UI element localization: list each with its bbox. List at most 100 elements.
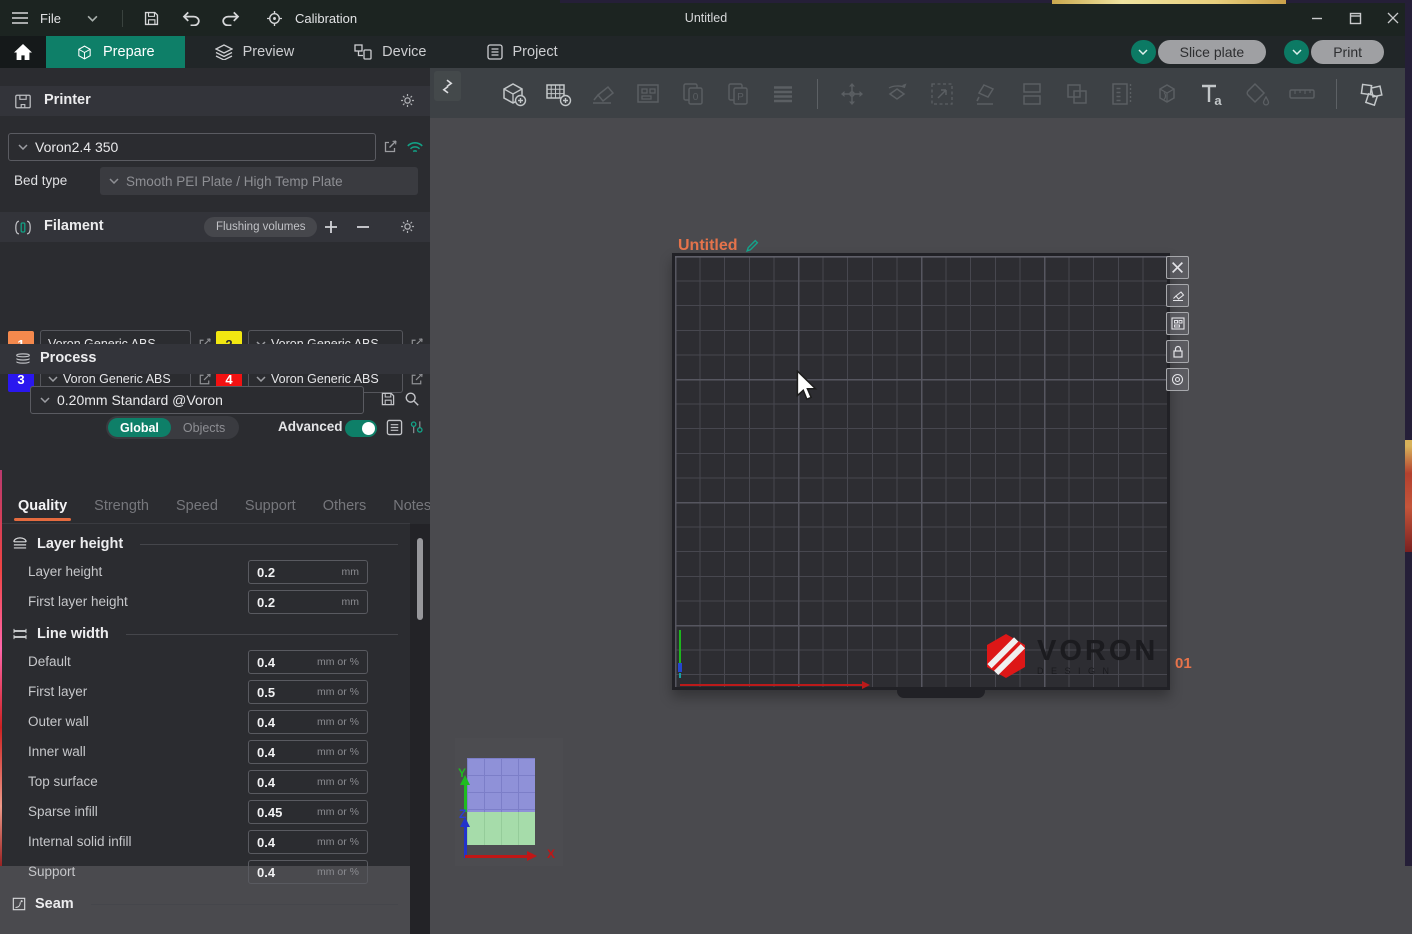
split-objects-icon xyxy=(1017,79,1047,109)
section-header: Line width xyxy=(12,624,398,644)
chevron-down-icon xyxy=(109,178,119,184)
text-shape-button[interactable]: a xyxy=(1193,75,1231,113)
assembly-button[interactable] xyxy=(1352,75,1390,113)
lock-plate-button[interactable] xyxy=(1166,340,1189,363)
param-row: First layer0.5mm or % xyxy=(0,680,410,704)
desktop-edge-right-highlight xyxy=(1405,440,1412,552)
process-preset-select[interactable]: 0.20mm Standard @Voron xyxy=(30,386,364,414)
orient-plate-button[interactable] xyxy=(1166,284,1189,307)
measure-button xyxy=(1283,75,1321,113)
home-button[interactable] xyxy=(0,36,46,68)
bed-type-label: Bed type xyxy=(14,173,67,188)
file-menu[interactable]: File xyxy=(40,11,61,26)
compare-presets-icon[interactable] xyxy=(408,419,425,436)
plate-settings-button[interactable] xyxy=(1166,368,1189,391)
param-input[interactable]: 0.45mm or % xyxy=(248,800,368,824)
divider xyxy=(91,904,398,905)
save-preset-icon[interactable] xyxy=(380,391,396,407)
calibration-icon[interactable] xyxy=(266,10,283,27)
hamburger-icon[interactable] xyxy=(12,12,28,24)
divider xyxy=(126,634,398,635)
param-input[interactable]: 0.4mm or % xyxy=(248,650,368,674)
rotate-icon xyxy=(882,79,912,109)
slice-print-actions: Slice plate Print xyxy=(1131,40,1384,64)
process-section-title: Process xyxy=(40,350,96,366)
pencil-icon[interactable] xyxy=(745,239,759,253)
desktop-edge-right xyxy=(1405,0,1412,866)
param-input[interactable]: 0.4mm or % xyxy=(248,830,368,854)
maximize-button[interactable] xyxy=(1336,0,1374,36)
edit-printer-icon[interactable] xyxy=(382,139,398,155)
chevron-down-icon[interactable] xyxy=(1284,40,1309,64)
wifi-icon[interactable] xyxy=(406,141,424,155)
z-axis-line xyxy=(678,663,682,672)
plate-name-label[interactable]: Untitled xyxy=(678,237,759,255)
list-settings-icon[interactable] xyxy=(386,419,403,436)
process-tab-strength[interactable]: Strength xyxy=(94,498,149,514)
param-input[interactable]: 0.4mm or % xyxy=(248,740,368,764)
scope-global[interactable]: Global xyxy=(108,418,171,437)
tab-prepare[interactable]: Prepare xyxy=(46,36,185,68)
process-preset-value: 0.20mm Standard @Voron xyxy=(57,392,223,408)
gear-icon[interactable] xyxy=(399,92,416,109)
process-tab-support[interactable]: Support xyxy=(245,498,296,514)
delete-plate-button[interactable] xyxy=(1166,256,1189,279)
scrollbar-track[interactable] xyxy=(410,524,430,934)
svg-text:0: 0 xyxy=(693,92,699,103)
advanced-toggle[interactable] xyxy=(345,420,377,437)
param-input[interactable]: 0.5mm or % xyxy=(248,680,368,704)
scrollbar-thumb[interactable] xyxy=(417,538,423,620)
gear-icon[interactable] xyxy=(399,218,416,235)
process-tab-others[interactable]: Others xyxy=(323,498,367,514)
redo-icon[interactable] xyxy=(221,11,240,26)
search-icon[interactable] xyxy=(404,391,420,407)
bed-type-select[interactable]: Smooth PEI Plate / High Temp Plate xyxy=(100,167,418,195)
build-plate[interactable] xyxy=(672,253,1170,690)
line-width-icon xyxy=(12,628,28,640)
workspace-tabs: PreparePreviewDeviceProject xyxy=(46,36,588,68)
process-tab-quality[interactable]: Quality xyxy=(18,498,67,514)
filament-icon xyxy=(14,219,32,236)
undo-icon[interactable] xyxy=(182,11,201,26)
tab-preview[interactable]: Preview xyxy=(185,36,325,68)
scope-objects[interactable]: Objects xyxy=(171,418,237,437)
chevron-down-icon xyxy=(18,144,28,150)
param-input[interactable]: 0.2mm xyxy=(248,590,368,614)
param-input[interactable]: 0.2mm xyxy=(248,560,368,584)
flushing-volumes-button[interactable]: Flushing volumes xyxy=(204,217,317,237)
add-filament-button[interactable] xyxy=(324,220,338,234)
printer-icon xyxy=(14,93,32,110)
collapse-sidebar-button[interactable] xyxy=(434,71,461,101)
param-row: Top surface0.4mm or % xyxy=(0,770,410,794)
copy-button: 0 xyxy=(674,75,712,113)
tab-project[interactable]: Project xyxy=(457,36,588,68)
filament-section-header: Filament Flushing volumes xyxy=(0,212,430,242)
param-input[interactable]: 0.4mm or % xyxy=(248,770,368,794)
add-plate-button[interactable] xyxy=(539,75,577,113)
device-icon xyxy=(354,44,372,60)
object-toolbar: 0Pa xyxy=(494,72,1390,116)
arrange-button xyxy=(629,75,667,113)
chevron-down-icon[interactable] xyxy=(87,15,98,22)
add-object-button[interactable] xyxy=(494,75,532,113)
close-button[interactable] xyxy=(1374,0,1412,36)
print-button[interactable]: Print xyxy=(1284,40,1384,64)
save-icon[interactable] xyxy=(143,10,160,27)
minimize-button[interactable] xyxy=(1298,0,1336,36)
slice-plate-button[interactable]: Slice plate xyxy=(1131,40,1267,64)
printer-preset-select[interactable]: Voron2.4 350 xyxy=(8,133,376,161)
section-header: Seam xyxy=(12,894,398,914)
chevron-down-icon[interactable] xyxy=(1131,40,1156,64)
param-input[interactable]: 0.4mm or % xyxy=(248,860,368,884)
param-row: Default0.4mm or % xyxy=(0,650,410,674)
tab-device[interactable]: Device xyxy=(324,36,456,68)
arrange-plate-button[interactable] xyxy=(1166,312,1189,335)
calibration-menu[interactable]: Calibration xyxy=(295,11,357,26)
process-tab-speed[interactable]: Speed xyxy=(176,498,218,514)
filament-section-title: Filament xyxy=(44,218,104,234)
param-input[interactable]: 0.4mm or % xyxy=(248,710,368,734)
mouse-cursor xyxy=(795,370,819,407)
remove-filament-button[interactable] xyxy=(356,220,370,234)
process-tab-notes[interactable]: Notes xyxy=(393,498,431,514)
toggle-knob xyxy=(362,422,375,435)
